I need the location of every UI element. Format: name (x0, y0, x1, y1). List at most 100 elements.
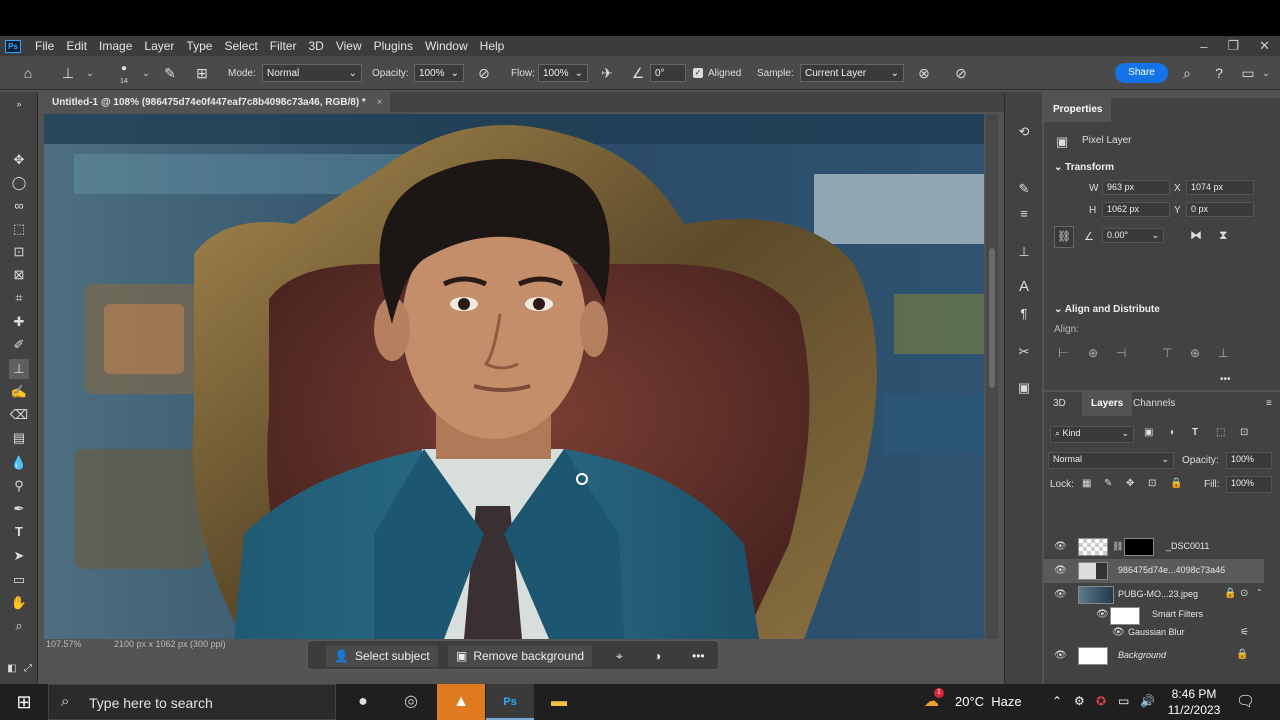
pressure-opacity-icon[interactable]: ⊘ (474, 63, 494, 83)
clone-stamp-tool-icon[interactable]: ⊥ (9, 359, 29, 379)
volume-icon[interactable]: 🔊 (1140, 694, 1155, 708)
lock-transparent-icon[interactable]: ▦ (1082, 478, 1091, 489)
align-top-icon[interactable]: ⊤ (1162, 346, 1172, 360)
lasso-tool-icon[interactable]: ∞ (9, 196, 29, 216)
transform-section[interactable]: ⌄ Transform (1054, 162, 1114, 173)
path-selection-tool-icon[interactable]: ➤ (9, 546, 29, 566)
gradient-tool-icon[interactable]: ▤ (9, 428, 29, 448)
visibility-eye-icon[interactable]: 👁 (1112, 627, 1125, 639)
eraser-tool-icon[interactable]: ⌫ (9, 405, 29, 425)
dodge-tool-icon[interactable]: ⚲ (9, 476, 29, 496)
chevron-up-icon[interactable]: ⌃ (1052, 694, 1062, 708)
align-left-icon[interactable]: ⊢ (1058, 346, 1068, 360)
menu-help[interactable]: Help (474, 39, 511, 53)
align-middle-icon[interactable]: ⊕ (1190, 346, 1200, 360)
character-panel-icon[interactable]: A (1014, 277, 1034, 297)
lock-position-icon[interactable]: ✥ (1126, 478, 1134, 489)
minimize-icon[interactable]: – (1200, 39, 1207, 54)
filter-type-icon[interactable]: T (1192, 427, 1198, 438)
width-field[interactable]: 963 px (1102, 180, 1170, 195)
layer-filter-kind[interactable]: ⌕ Kind ⌄ (1050, 426, 1134, 443)
share-button[interactable]: Share (1115, 63, 1168, 83)
history-brush-tool-icon[interactable]: ✍ (9, 382, 29, 402)
visibility-eye-icon[interactable]: 👁 (1054, 589, 1067, 601)
scrollbar-thumb[interactable] (989, 248, 995, 388)
rotation-field[interactable]: 0.00° ⌄ (1102, 228, 1164, 243)
fill-field[interactable]: 100% (1226, 476, 1272, 493)
taskbar-search-box[interactable]: ⌕ Type here to search (48, 684, 336, 720)
layer-row[interactable]: 👁 PUBG-MO...23.jpeg 🔒 ⊙ ⌃ (1044, 583, 1264, 607)
menu-file[interactable]: File (29, 39, 60, 53)
artboard-tool-icon[interactable]: ⊡ (9, 242, 29, 262)
collapse-arrows-icon[interactable]: » (9, 94, 29, 114)
layer-row[interactable]: 👁 Smart Filters (1044, 605, 1264, 625)
flow-field[interactable]: 100% ⌄ (538, 64, 588, 82)
layer-opacity-field[interactable]: 100% (1226, 452, 1272, 469)
filter-adjustment-icon[interactable]: ◑ (1168, 427, 1174, 438)
clone-source-panel-icon[interactable]: ⊥ (1014, 242, 1034, 262)
more-align-options[interactable]: ••• (1220, 374, 1231, 385)
lock-artboard-icon[interactable]: ⊡ (1148, 478, 1156, 489)
filter-options-icon[interactable]: ⚟ (1240, 627, 1249, 638)
move-tool-icon[interactable]: ✥ (9, 150, 29, 170)
visibility-eye-icon[interactable]: 👁 (1096, 609, 1109, 621)
canvas-vertical-scrollbar[interactable] (986, 114, 998, 639)
visibility-eye-icon[interactable]: 👁 (1054, 650, 1067, 662)
workspace-icon[interactable]: ▭ (1238, 63, 1258, 83)
hand-tool-icon[interactable]: ✋ (9, 593, 29, 613)
frame-tool-icon[interactable]: ⊠ (9, 265, 29, 285)
swatches-icon[interactable]: ▣ (1014, 378, 1034, 398)
type-tool-icon[interactable]: T (9, 522, 29, 542)
mode-select[interactable]: Normal ⌄ (262, 64, 362, 82)
obs-app-icon[interactable]: ◎ (387, 684, 435, 720)
layer-row[interactable]: 👁 986475d74e...4098c73a46 (1044, 559, 1264, 583)
weather-text[interactable]: 20°C Haze (955, 694, 1022, 709)
flip-vertical-icon[interactable]: ⧗ (1219, 228, 1227, 243)
flip-horizontal-icon[interactable]: ⧓ (1190, 228, 1202, 242)
close-icon[interactable]: ✕ (1259, 38, 1270, 54)
aligned-checkbox[interactable]: ✓ (693, 68, 703, 78)
zoom-readout[interactable]: 107.57% (46, 639, 82, 649)
menu-edit[interactable]: Edit (60, 39, 93, 53)
brush-panel-icon[interactable]: ✎ (1014, 179, 1034, 199)
antivirus-icon[interactable]: ✪ (1096, 694, 1106, 708)
lock-image-icon[interactable]: ✎ (1104, 478, 1112, 489)
tab-channels[interactable]: Channels (1124, 392, 1184, 416)
menu-image[interactable]: Image (93, 39, 138, 53)
height-field[interactable]: 1062 px (1102, 202, 1170, 217)
menu-view[interactable]: View (330, 39, 368, 53)
file-explorer-icon[interactable]: ▬ (535, 684, 583, 720)
chevron-down-icon[interactable]: ⌄ (1256, 63, 1276, 83)
restore-icon[interactable]: ❐ (1227, 38, 1239, 54)
chevron-up-icon[interactable]: ⌃ (1256, 588, 1263, 597)
y-field[interactable]: 0 px (1186, 202, 1254, 217)
document-canvas[interactable] (44, 114, 984, 639)
x-field[interactable]: 1074 px (1186, 180, 1254, 195)
menu-select[interactable]: Select (218, 39, 263, 53)
notifications-icon[interactable]: 🗨 (1236, 692, 1255, 710)
lock-all-icon[interactable]: 🔒 (1170, 478, 1182, 489)
zoom-tool-icon[interactable]: ⌕ (9, 616, 29, 636)
align-center-icon[interactable]: ⊕ (1088, 346, 1098, 360)
menu-filter[interactable]: Filter (264, 39, 303, 53)
chat-app-icon[interactable]: ● (339, 684, 387, 720)
brush-settings-icon[interactable]: ✎ (160, 63, 180, 83)
object-selection-tool-icon[interactable]: ⬚ (9, 219, 29, 239)
filter-pixel-icon[interactable]: ▣ (1144, 427, 1153, 438)
healing-brush-tool-icon[interactable]: ✚ (9, 312, 29, 332)
windows-start-icon[interactable]: ⊞ (0, 684, 48, 720)
sample-select[interactable]: Current Layer ⌄ (800, 64, 904, 82)
menu-window[interactable]: Window (419, 39, 474, 53)
brush-preset-icon[interactable]: ● (114, 59, 134, 79)
history-icon[interactable]: ⟲ (1014, 122, 1034, 142)
tab-properties[interactable]: Properties (1044, 98, 1112, 122)
tab-3d[interactable]: 3D (1044, 392, 1075, 416)
paragraph-panel-icon[interactable]: ¶ (1014, 304, 1034, 324)
align-bottom-icon[interactable]: ⊥ (1218, 346, 1228, 360)
pen-tool-icon[interactable]: ✒ (9, 499, 29, 519)
vlc-app-icon[interactable]: ▲ (437, 684, 485, 720)
help-icon[interactable]: ? (1209, 63, 1229, 83)
opacity-field[interactable]: 100% ⌄ (414, 64, 464, 82)
meet-now-icon[interactable]: ⚙ (1074, 694, 1085, 708)
clone-stamp-tool-icon[interactable]: ⊥ (58, 63, 78, 83)
